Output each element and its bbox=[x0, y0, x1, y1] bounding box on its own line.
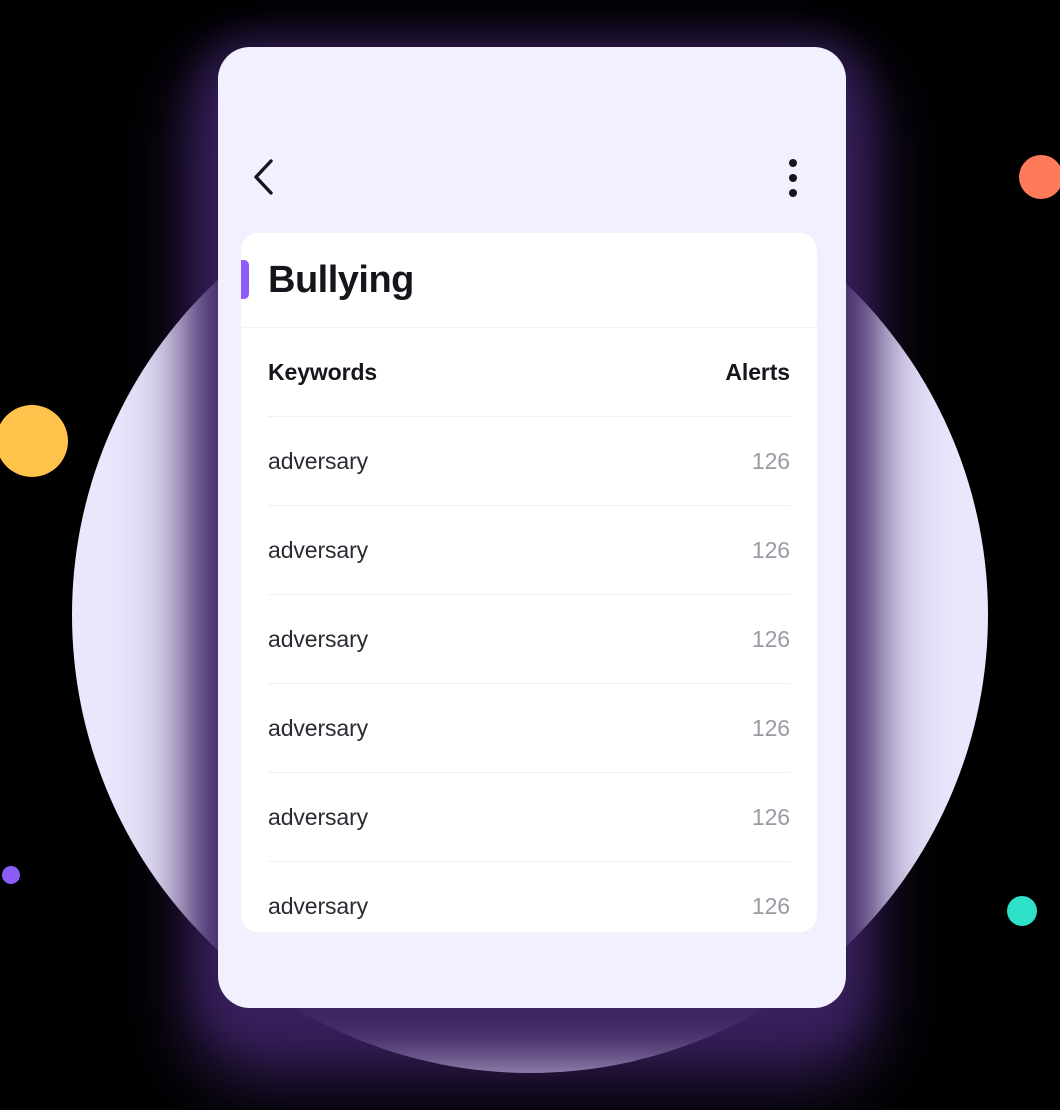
title-accent-bar bbox=[241, 260, 249, 299]
table-row[interactable]: adversary 126 bbox=[268, 417, 790, 506]
cell-alerts: 126 bbox=[751, 803, 790, 830]
table-row[interactable]: adversary 126 bbox=[268, 506, 790, 595]
kebab-menu-icon bbox=[789, 159, 797, 167]
overflow-menu-button[interactable] bbox=[776, 157, 810, 199]
cell-alerts: 126 bbox=[751, 892, 790, 919]
cell-alerts: 126 bbox=[751, 447, 790, 474]
chevron-left-icon bbox=[250, 157, 276, 200]
decorative-dot-yellow bbox=[0, 405, 68, 477]
decorative-dot-teal bbox=[1007, 896, 1037, 926]
cell-alerts: 126 bbox=[751, 536, 790, 563]
decorative-dot-purple bbox=[2, 866, 20, 884]
cell-alerts: 126 bbox=[751, 625, 790, 652]
cell-keyword: adversary bbox=[268, 625, 369, 652]
table-row[interactable]: adversary 126 bbox=[268, 595, 790, 684]
background-stage: Bullying Keywords Alerts adversary 126 a… bbox=[0, 0, 1060, 1110]
cell-keyword: adversary bbox=[268, 892, 369, 919]
column-header-keywords: Keywords bbox=[268, 358, 378, 385]
cell-alerts: 126 bbox=[751, 714, 790, 741]
column-header-alerts: Alerts bbox=[725, 358, 790, 385]
card-header: Bullying bbox=[241, 233, 817, 328]
cell-keyword: adversary bbox=[268, 803, 369, 830]
table-header-row: Keywords Alerts bbox=[268, 328, 790, 417]
cell-keyword: adversary bbox=[268, 447, 369, 474]
table-row[interactable]: adversary 126 bbox=[268, 773, 790, 862]
table-row[interactable]: adversary 126 bbox=[268, 862, 790, 932]
table-row[interactable]: adversary 126 bbox=[268, 684, 790, 773]
cell-keyword: adversary bbox=[268, 536, 369, 563]
cell-keyword: adversary bbox=[268, 714, 369, 741]
kebab-menu-icon bbox=[789, 189, 797, 197]
top-app-bar bbox=[218, 143, 846, 213]
back-button[interactable] bbox=[250, 157, 292, 199]
keywords-table: Keywords Alerts adversary 126 adversary … bbox=[241, 328, 817, 932]
phone-frame: Bullying Keywords Alerts adversary 126 a… bbox=[218, 47, 846, 1008]
page-title: Bullying bbox=[268, 259, 414, 301]
kebab-menu-icon bbox=[789, 174, 797, 182]
decorative-dot-orange bbox=[1019, 155, 1060, 199]
keywords-card: Bullying Keywords Alerts adversary 126 a… bbox=[241, 233, 817, 932]
